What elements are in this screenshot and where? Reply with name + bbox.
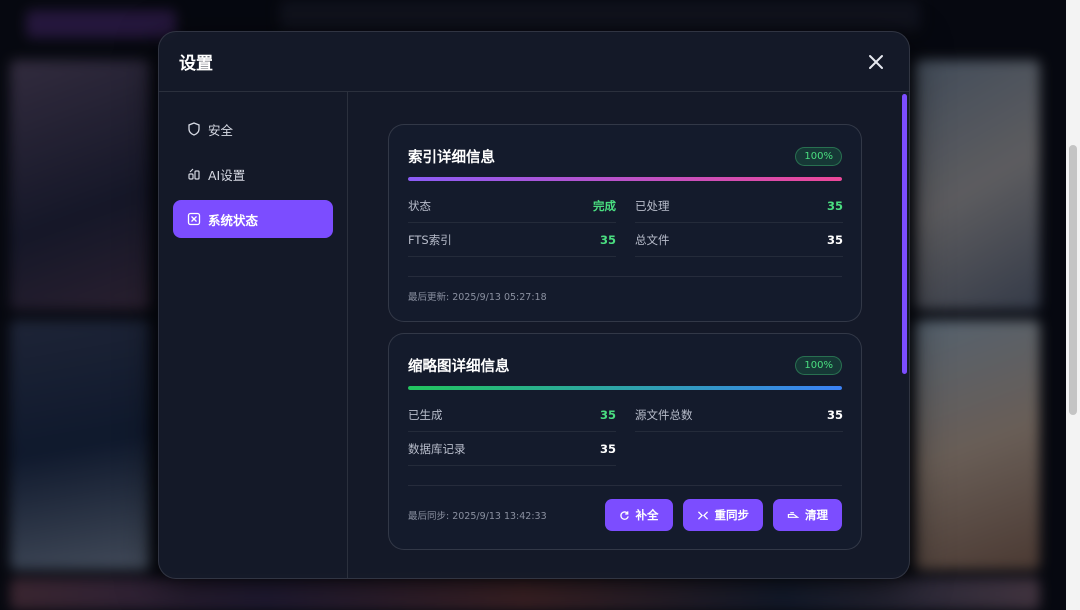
refresh-icon [619, 510, 629, 520]
sidebar-item-label: 系统状态 [208, 212, 259, 228]
settings-sidebar: 安全 AI设置 系统状态 [159, 92, 348, 578]
complete-button[interactable]: 补全 [604, 499, 673, 531]
stat-row: 状态 完成 [408, 189, 616, 223]
sidebar-item-label: AI设置 [208, 167, 246, 183]
stat-value: 35 [599, 441, 616, 456]
stat-label: FTS索引 [408, 232, 452, 247]
progress-fill [408, 386, 842, 390]
ai-icon [187, 167, 201, 181]
button-label: 清理 [805, 508, 828, 522]
dialog-title: 设置 [179, 54, 213, 74]
stat-label: 已生成 [408, 407, 443, 422]
thumbnail-details-card: 缩略图详细信息 100% 已生成 35 源文件总数 35 数据库记录 35 最后… [388, 333, 862, 550]
stat-value: 35 [826, 407, 843, 422]
stat-row: 数据库记录 35 [408, 432, 616, 466]
settings-content: 索引详细信息 100% 状态 完成 已处理 35 FTS索引 35 总文件 35… [348, 92, 909, 578]
card-title: 缩略图详细信息 [408, 358, 510, 375]
button-label: 重同步 [714, 508, 750, 522]
stat-value: 35 [599, 232, 616, 247]
last-updated-text: 最后更新: 2025/9/13 05:27:18 [408, 292, 547, 303]
stat-value: 35 [826, 232, 843, 247]
settings-dialog: 设置 安全 AI设置 系统状态 索引详细信息 100% 状态 完成 已处理 35… [158, 31, 910, 579]
stat-row: 总文件 35 [635, 223, 843, 257]
stat-label: 已处理 [635, 198, 670, 213]
progress-bar [408, 386, 842, 390]
stat-value: 35 [826, 198, 843, 213]
progress-badge: 100% [795, 355, 842, 375]
dialog-header: 设置 [159, 32, 909, 92]
close-button[interactable] [863, 49, 889, 75]
button-label: 补全 [635, 508, 659, 522]
stat-row: 已处理 35 [635, 189, 843, 223]
status-icon [187, 212, 201, 226]
sidebar-item-label: 安全 [208, 122, 234, 138]
resync-button[interactable]: 重同步 [682, 499, 763, 531]
stat-label: 总文件 [635, 232, 670, 247]
cleanup-button[interactable]: 清理 [773, 499, 842, 531]
broom-icon [787, 511, 799, 518]
index-details-card: 索引详细信息 100% 状态 完成 已处理 35 FTS索引 35 总文件 35… [388, 124, 862, 322]
content-scrollbar[interactable] [902, 94, 907, 374]
progress-fill [408, 177, 842, 181]
last-sync-text: 最后同步: 2025/9/13 13:42:33 [408, 511, 547, 522]
close-icon [869, 54, 883, 69]
sidebar-item-security[interactable]: 安全 [173, 110, 333, 148]
shield-icon [187, 122, 201, 136]
sidebar-item-ai[interactable]: AI设置 [173, 155, 333, 193]
stat-label: 状态 [408, 198, 431, 213]
stat-row: 已生成 35 [408, 398, 616, 432]
stat-value: 完成 [593, 198, 616, 213]
stat-label: 数据库记录 [408, 441, 466, 456]
progress-badge: 100% [795, 146, 842, 166]
page-scrollbar[interactable] [1066, 0, 1080, 610]
card-title: 索引详细信息 [408, 149, 495, 166]
stat-value: 35 [599, 407, 616, 422]
sidebar-item-system-status[interactable]: 系统状态 [173, 200, 333, 238]
stat-row: FTS索引 35 [408, 223, 616, 257]
shuffle-icon [697, 510, 708, 520]
stat-row: 源文件总数 35 [635, 398, 843, 432]
progress-bar [408, 177, 842, 181]
page-scrollbar-thumb[interactable] [1069, 145, 1077, 415]
stat-label: 源文件总数 [635, 407, 693, 422]
